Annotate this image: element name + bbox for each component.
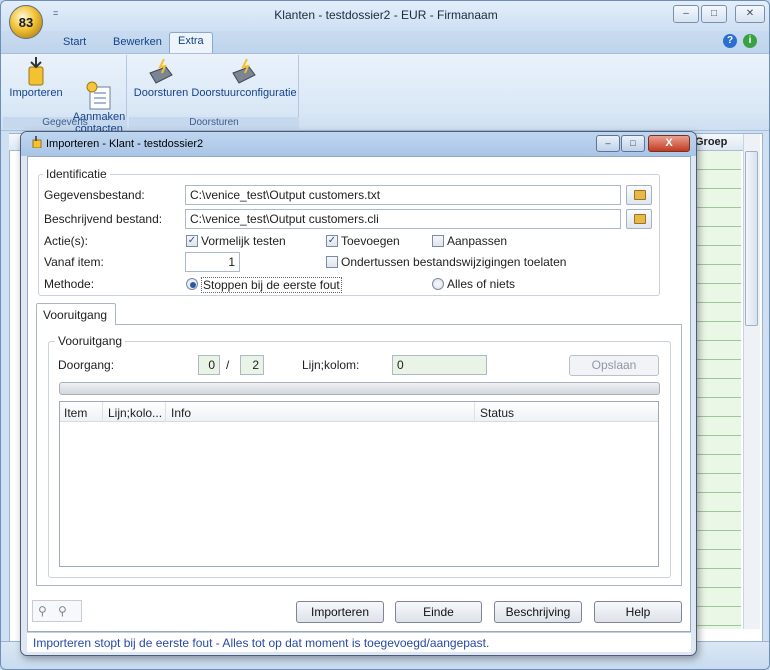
info-icon[interactable]: i [743,34,757,48]
forward-config-icon [229,57,259,87]
stoppen-label: Stoppen bij de eerste fout [201,277,342,293]
vormelijk-testen-label: Vormelijk testen [201,234,286,248]
ribbon-group-label: Doorsturen [129,117,299,129]
doorgang-separator: / [226,358,230,372]
forward-config-button[interactable]: Doorstuurconfiguratie [191,57,297,99]
alles-of-niets-radio[interactable] [432,278,444,290]
help-button[interactable]: Help [594,601,682,623]
vanaf-item-input[interactable]: 1 [185,252,240,272]
import-icon [21,57,51,87]
gegevensbestand-input[interactable]: C:\venice_test\Output customers.txt [185,185,621,205]
import-icon [30,136,42,149]
column-separator[interactable] [474,402,475,422]
folder-icon [634,214,646,224]
column-lijn-kolom[interactable]: Lijn;kolo... [108,406,162,420]
doorgang-label: Doorgang: [58,358,115,372]
close-button[interactable]: ✕ [735,5,765,23]
result-list[interactable] [59,401,659,567]
tab-extra[interactable]: Extra [169,32,213,54]
lijn-kolom-label: Lijn;kolom: [302,358,360,372]
grid-groep-cells[interactable] [691,151,741,629]
toevoegen-checkbox[interactable]: ✓ [326,235,338,247]
minimize-button[interactable]: – [673,5,699,23]
column-separator[interactable] [165,402,166,422]
column-info[interactable]: Info [171,406,191,420]
stoppen-radio[interactable] [186,278,198,290]
alles-of-niets-label: Alles of niets [447,277,516,291]
dialog-maximize-button[interactable]: □ [621,135,645,152]
progress-bar [59,382,660,395]
tab-bewerken[interactable]: Bewerken [105,34,170,53]
doorgang-value: 0 [198,355,220,375]
gegevensbestand-label: Gegevensbestand: [44,188,145,202]
vooruitgang-legend: Vooruitgang [55,334,126,348]
column-separator[interactable] [102,402,103,422]
doorgang-total: 2 [240,355,264,375]
maximize-button[interactable]: □ [701,5,727,23]
application-button[interactable]: 83 [9,5,43,39]
scrollbar-thumb[interactable] [745,151,758,326]
tab-vooruitgang[interactable]: Vooruitgang [36,303,116,325]
dialog-minimize-button[interactable]: – [596,135,620,152]
dialog-status-bar: Importeren stopt bij de eerste fout - Al… [27,632,691,652]
column-status[interactable]: Status [480,406,514,420]
lijn-kolom-value: 0 [392,355,487,375]
column-item[interactable]: Item [64,406,87,420]
import-label: Importeren [9,87,63,99]
browse-gegevensbestand-button[interactable] [626,185,652,205]
vormelijk-testen-checkbox[interactable]: ✓ [186,235,198,247]
beschrijvend-bestand-input[interactable]: C:\venice_test\Output customers.cli [185,209,621,229]
identificatie-legend: Identificatie [43,167,110,181]
help-icon[interactable]: ? [723,34,737,48]
opslaan-button[interactable]: Opslaan [569,355,659,376]
dialog-close-button[interactable]: X [648,135,690,152]
einde-button[interactable]: Einde [395,601,482,623]
beschrijvend-bestand-label: Beschrijvend bestand: [44,212,163,226]
importeren-button[interactable]: Importeren [296,601,384,623]
beschrijving-button[interactable]: Beschrijving [494,601,582,623]
ondertussen-checkbox[interactable] [326,256,338,268]
create-contacts-icon [84,69,114,110]
forward-config-label: Doorstuurconfiguratie [191,87,297,99]
quick-access-toolbar-arrow[interactable]: = [53,8,58,18]
window-title: Klanten - testdossier2 - EUR - Firmanaam [274,8,498,22]
toevoegen-label: Toevoegen [341,234,400,248]
forward-icon [146,57,176,87]
grid-column-groep[interactable]: Groep [695,136,727,148]
folder-icon [634,190,646,200]
forward-button[interactable]: Doorsturen [131,57,191,99]
import-button[interactable]: Importeren [3,57,69,99]
vanaf-item-label: Vanaf item: [44,255,104,269]
aanpassen-label: Aanpassen [447,234,508,248]
ondertussen-label: Ondertussen bestandswijzigingen toelaten [341,255,567,269]
tab-start[interactable]: Start [55,34,94,53]
pin-icon[interactable]: ⚲ [58,604,70,618]
aanpassen-checkbox[interactable] [432,235,444,247]
methode-label: Methode: [44,277,95,291]
dialog-title: Importeren - Klant - testdossier2 [46,138,204,150]
browse-beschrijvend-button[interactable] [626,209,652,229]
forward-label: Doorsturen [133,87,189,99]
acties-label: Actie(s): [44,234,89,248]
pin-icon[interactable]: ⚲ [38,604,50,618]
